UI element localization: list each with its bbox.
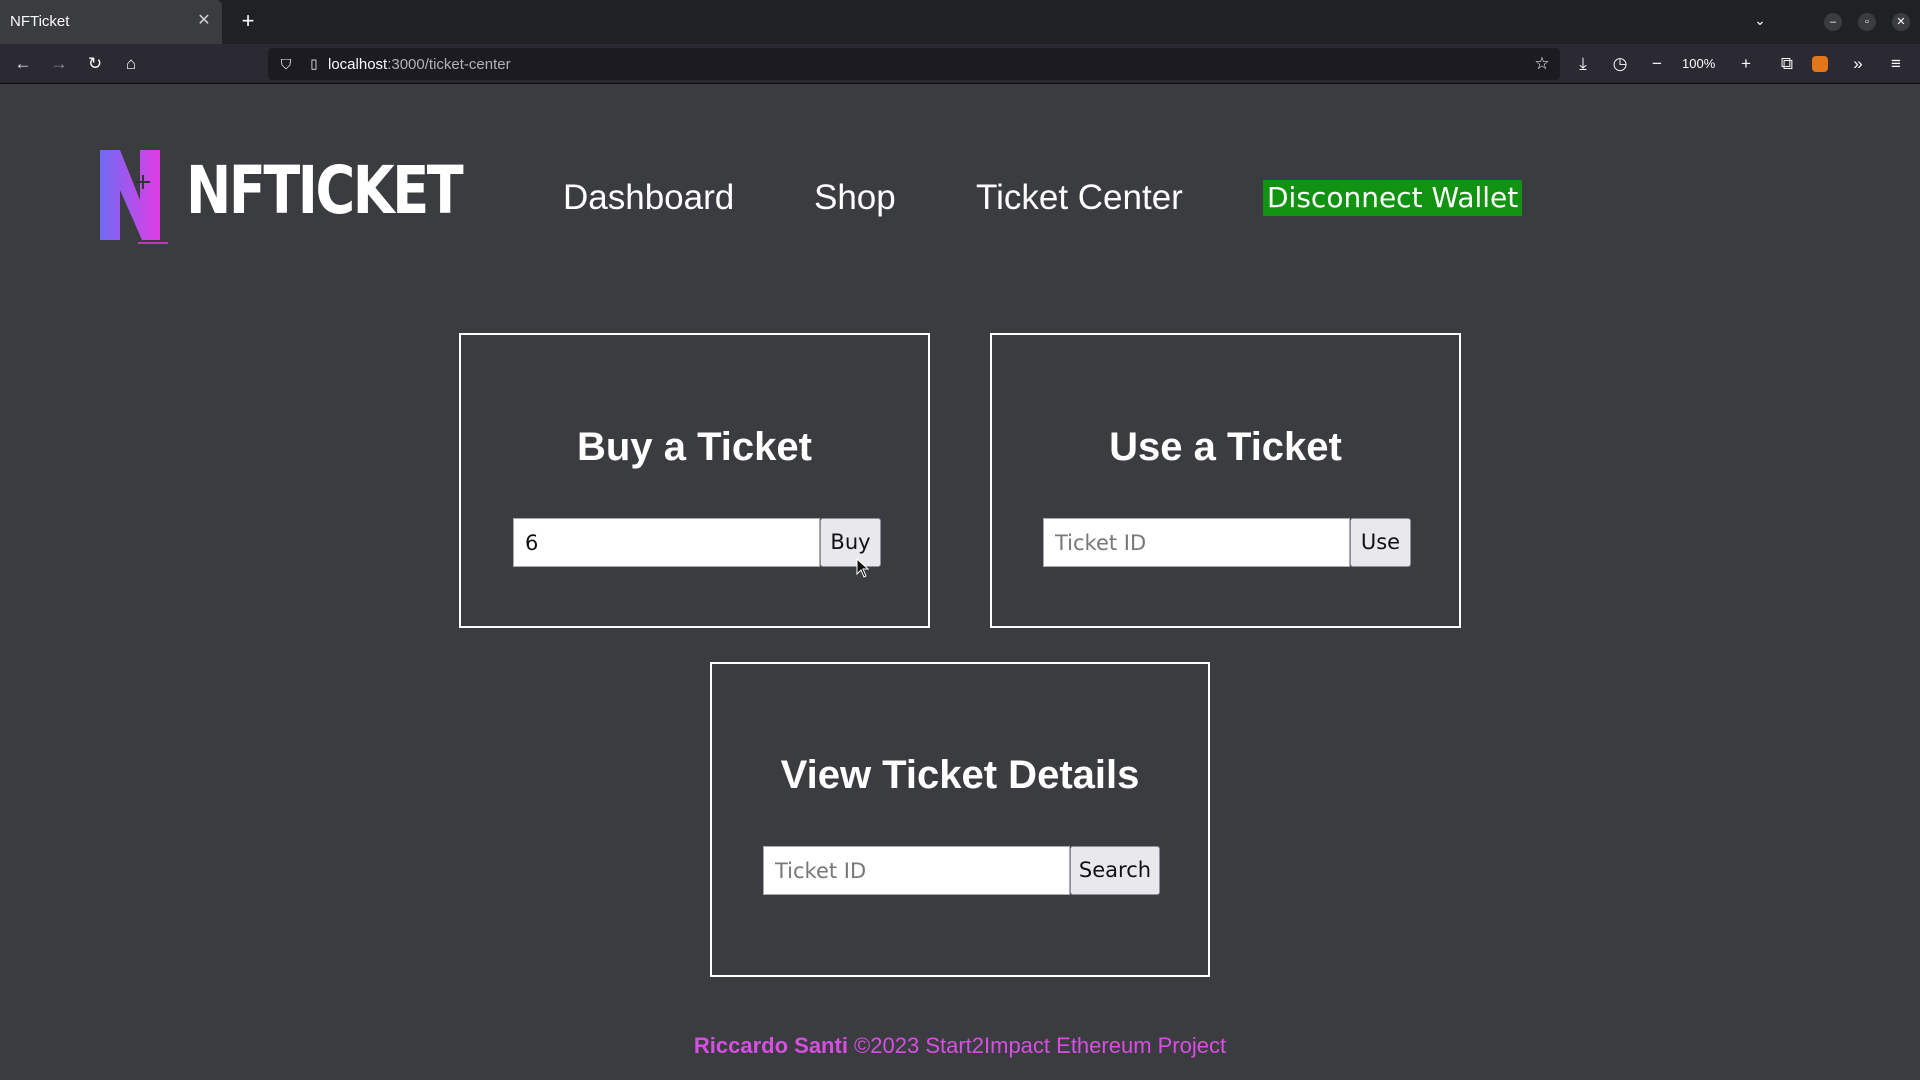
forward-icon[interactable]: → bbox=[47, 52, 71, 76]
nav-shop[interactable]: Shop bbox=[814, 178, 896, 218]
footer: Riccardo Santi ©2023 Start2Impact Ethere… bbox=[0, 1033, 1920, 1059]
buy-quantity-input[interactable] bbox=[513, 518, 820, 567]
view-ticket-card: View Ticket Details Search bbox=[710, 662, 1210, 977]
star-icon[interactable]: ☆ bbox=[1530, 52, 1554, 76]
shield-icon[interactable]: ⛉ bbox=[276, 54, 296, 74]
zoom-level[interactable]: 100% bbox=[1682, 56, 1715, 71]
zoom-out-icon[interactable]: − bbox=[1645, 52, 1669, 76]
zoom-in-icon[interactable]: + bbox=[1734, 52, 1758, 76]
url-bar[interactable]: ⛉ ▯ localhost:3000/ticket-center ☆ bbox=[268, 48, 1560, 80]
download-icon[interactable]: ⤓ bbox=[1571, 52, 1595, 76]
logo-text: NFTICKET bbox=[186, 152, 464, 229]
view-ticket-title: View Ticket Details bbox=[780, 753, 1140, 797]
nav-ticket-center[interactable]: Ticket Center bbox=[976, 178, 1183, 218]
tab-title: NFTicket bbox=[10, 13, 70, 30]
footer-text: ©2023 Start2Impact Ethereum Project bbox=[847, 1033, 1227, 1058]
url-path: :3000/ticket-center bbox=[387, 56, 511, 73]
mouse-cursor-icon bbox=[856, 558, 870, 578]
buy-button[interactable]: Buy bbox=[820, 518, 881, 567]
search-button[interactable]: Search bbox=[1070, 846, 1160, 895]
tab-close-icon[interactable]: ✕ bbox=[194, 11, 214, 31]
url-host: localhost bbox=[328, 56, 388, 73]
reload-icon[interactable]: ↻ bbox=[83, 52, 107, 76]
tab-list-icon[interactable]: ⌄ bbox=[1748, 12, 1772, 32]
url-text[interactable]: localhost:3000/ticket-center bbox=[328, 56, 511, 73]
page-icon[interactable]: ▯ bbox=[304, 54, 324, 74]
nfticket-logo[interactable]: NFTICKET bbox=[98, 148, 464, 244]
extensions-icon[interactable]: ⧉ bbox=[1775, 52, 1799, 76]
browser-nav-bar: ← → ↻ ⌂ ⛉ ▯ localhost:3000/ticket-center… bbox=[0, 44, 1920, 84]
menu-icon[interactable]: ≡ bbox=[1884, 52, 1908, 76]
minimize-icon[interactable]: – bbox=[1824, 13, 1842, 31]
window-close-icon[interactable]: ✕ bbox=[1892, 13, 1910, 31]
use-ticket-id-input[interactable] bbox=[1043, 518, 1350, 567]
view-ticket-id-input[interactable] bbox=[763, 846, 1070, 895]
use-ticket-title: Use a Ticket bbox=[1109, 425, 1342, 469]
disconnect-wallet-button[interactable]: Disconnect Wallet bbox=[1263, 180, 1523, 216]
restore-icon[interactable]: ▫ bbox=[1858, 13, 1876, 31]
browser-tab-bar: NFTicket ✕ + ⌄ – ▫ ✕ bbox=[0, 0, 1920, 44]
history-icon[interactable]: ◷ bbox=[1608, 52, 1632, 76]
home-icon[interactable]: ⌂ bbox=[119, 52, 143, 76]
buy-ticket-title: Buy a Ticket bbox=[577, 425, 812, 469]
back-icon[interactable]: ← bbox=[11, 52, 35, 76]
browser-tab[interactable]: NFTicket ✕ bbox=[0, 0, 222, 44]
nav-dashboard[interactable]: Dashboard bbox=[563, 178, 734, 218]
overflow-icon[interactable]: » bbox=[1846, 52, 1870, 76]
footer-author: Riccardo Santi bbox=[693, 1033, 848, 1058]
new-tab-icon[interactable]: + bbox=[236, 10, 260, 34]
use-button[interactable]: Use bbox=[1350, 518, 1411, 567]
use-ticket-card: Use a Ticket Use bbox=[990, 333, 1461, 628]
logo-n-icon bbox=[100, 150, 168, 244]
buy-ticket-card: Buy a Ticket Buy bbox=[459, 333, 930, 628]
metamask-icon[interactable] bbox=[1812, 56, 1828, 72]
